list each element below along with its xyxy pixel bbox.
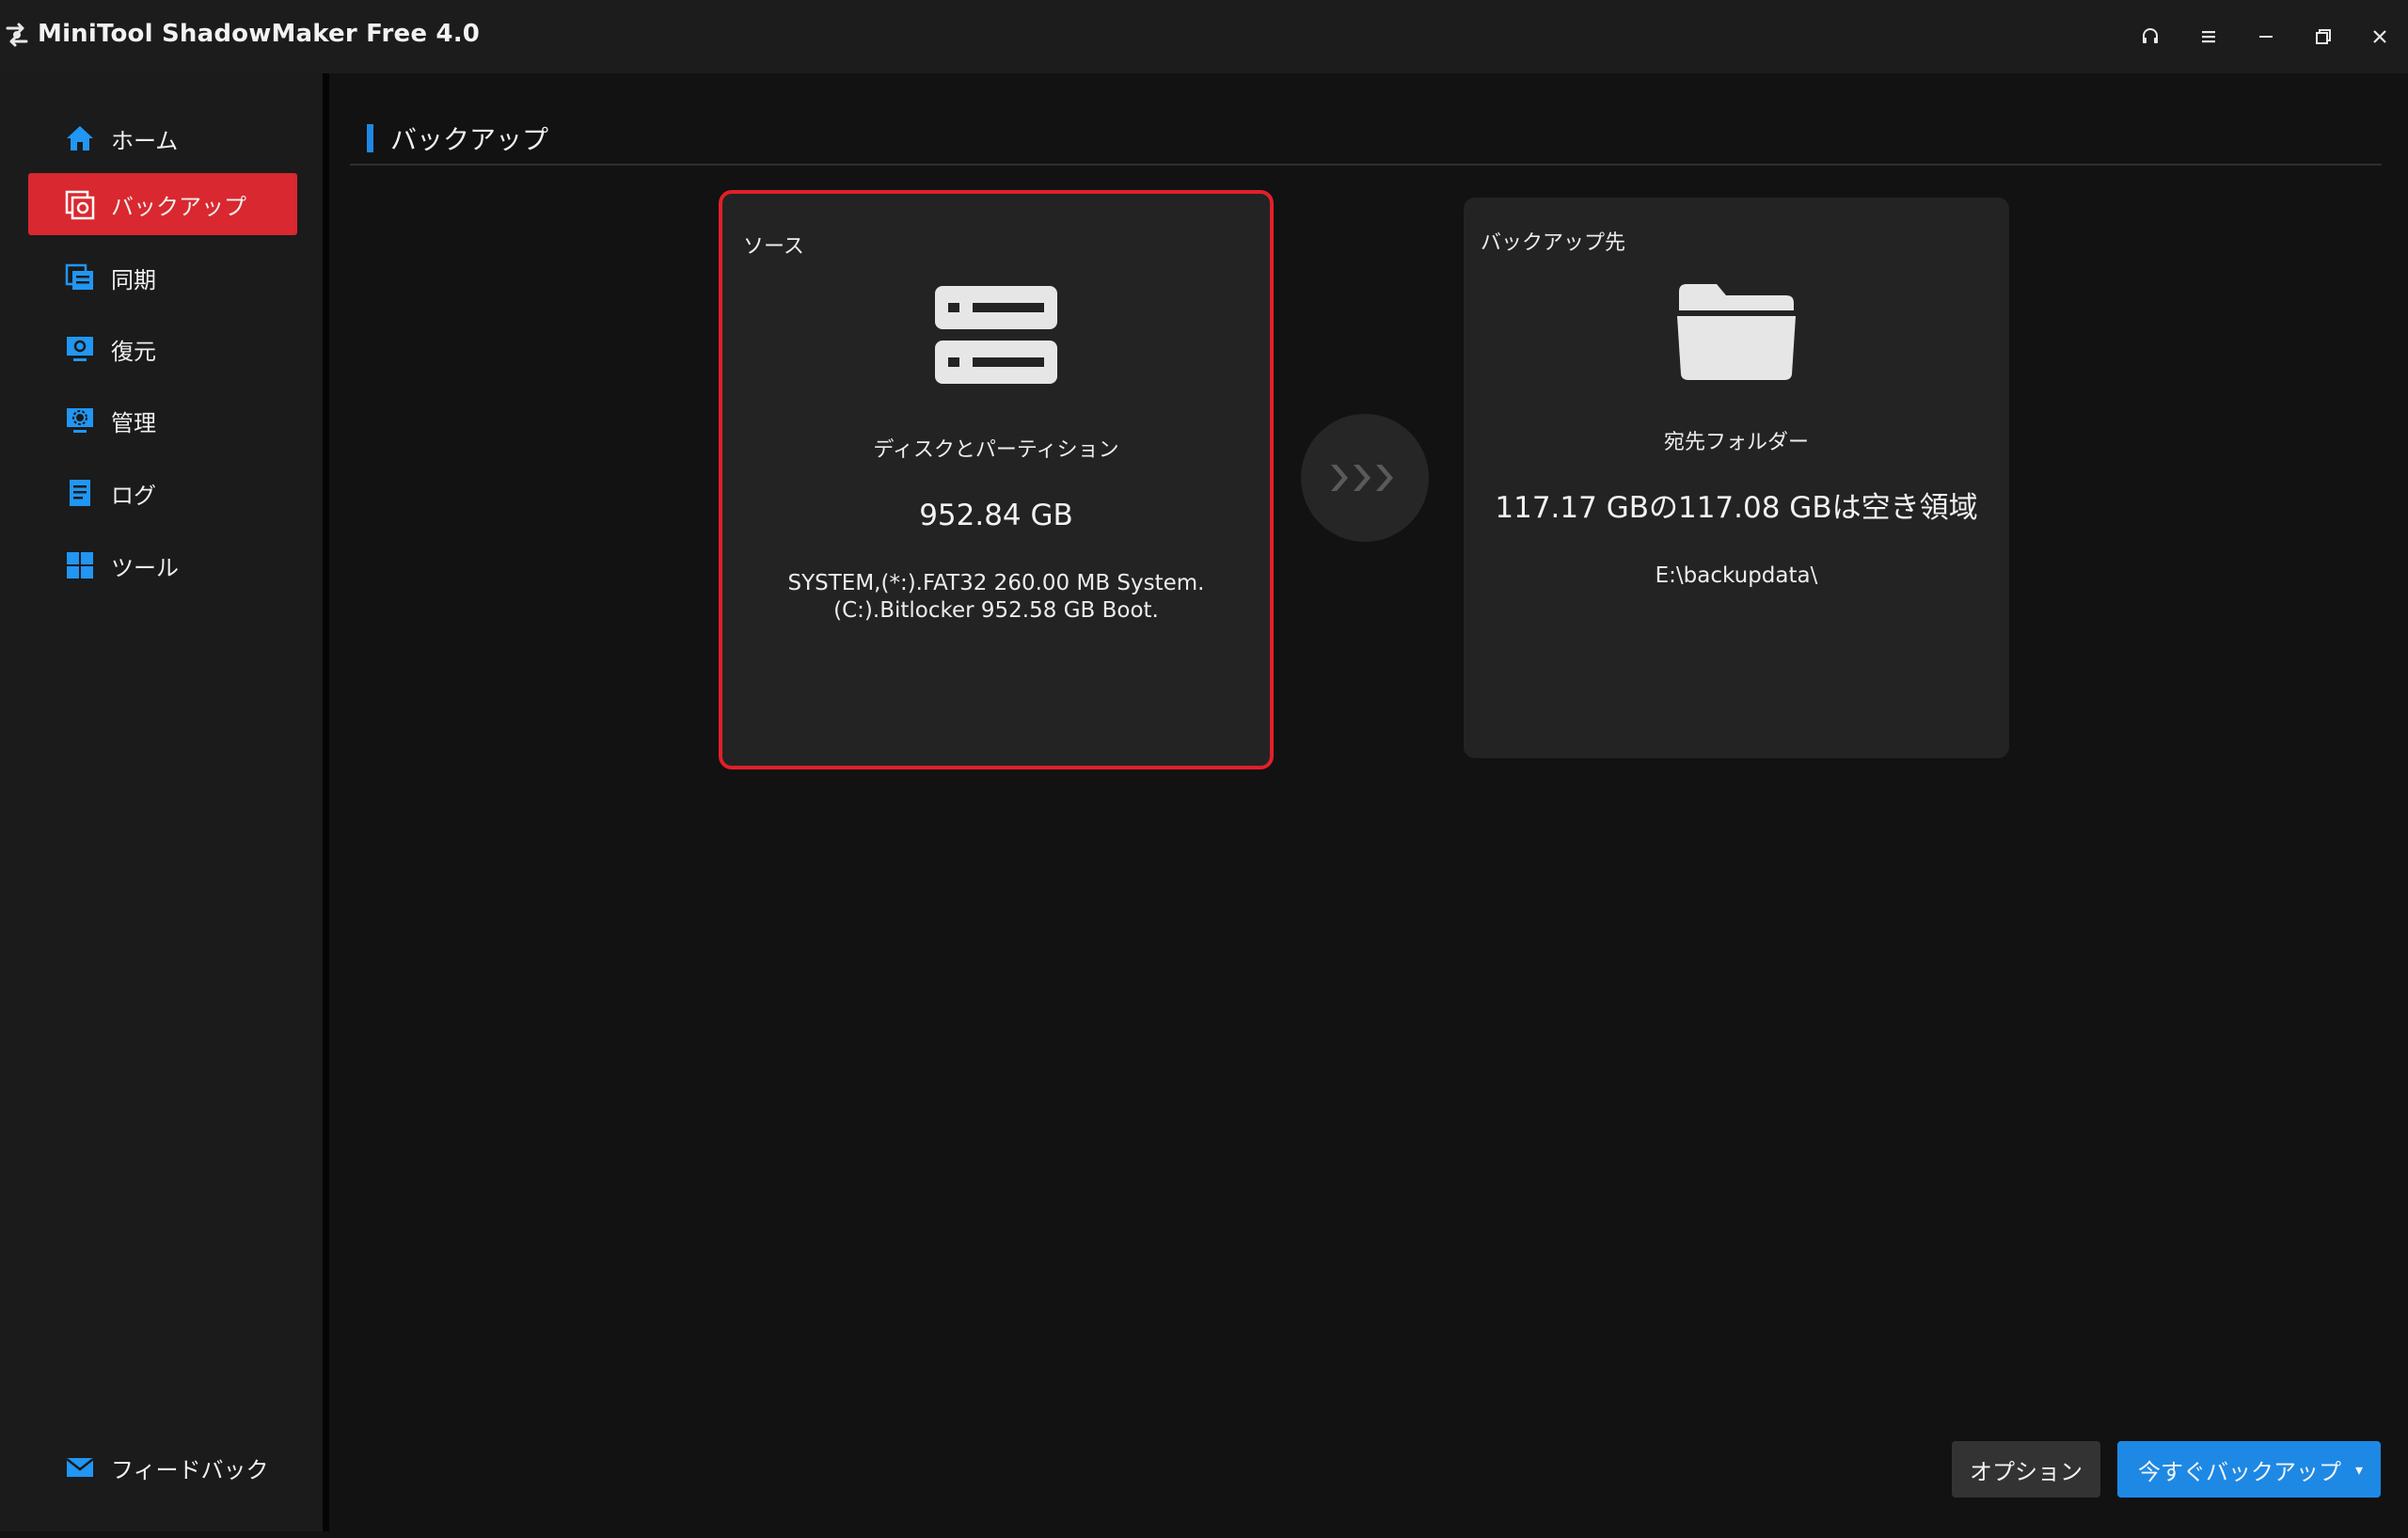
sidebar-item-label: 同期 (111, 266, 156, 293)
options-button[interactable]: オプション (1952, 1441, 2100, 1498)
sidebar-item-home[interactable]: ホーム (28, 107, 297, 169)
page-header: バックアップ (367, 122, 549, 155)
log-icon (62, 475, 98, 511)
arrow-circle (1301, 414, 1429, 542)
disk-partition-icon (935, 286, 1057, 388)
tools-icon (62, 547, 98, 583)
support-headset-button[interactable] (2131, 19, 2169, 55)
page-title: バックアップ (390, 124, 549, 155)
close-button[interactable] (2361, 19, 2399, 55)
sidebar-item-backup[interactable]: バックアップ (28, 173, 297, 235)
sidebar-item-label: 管理 (111, 409, 156, 436)
source-label: ソース (743, 235, 804, 259)
restore-icon (62, 331, 98, 367)
triple-chevron-icon (1331, 465, 1393, 491)
source-detail-line2: (C:).Bitlocker 952.58 GB Boot. (833, 598, 1159, 623)
sidebar-item-label: 復元 (111, 338, 156, 365)
sidebar-item-sync[interactable]: 同期 (28, 246, 297, 309)
destination-label: バックアップ先 (1481, 231, 1626, 255)
options-label: オプション (1970, 1458, 2083, 1485)
destination-title: 宛先フォルダー (1663, 431, 1809, 454)
sidebar-item-restore[interactable]: 復元 (28, 318, 297, 380)
destination-card[interactable]: バックアップ先 宛先フォルダー 117.17 GBの117.08 GBは空き領域… (1464, 198, 2009, 758)
backup-now-button[interactable]: 今すぐバックアップ ▾ (2117, 1441, 2381, 1498)
source-detail-line1: SYSTEM,(*:).FAT32 260.00 MB System. (787, 571, 1205, 595)
restore-window-icon (2316, 29, 2331, 44)
sidebar-item-tools[interactable]: ツール (28, 534, 297, 596)
app-logo-icon (2, 19, 32, 53)
headset-icon (2143, 28, 2158, 43)
destination-space: 117.17 GBの117.08 GBは空き領域 (1495, 491, 1978, 525)
sidebar-item-manage[interactable]: 管理 (28, 389, 297, 452)
restore-button[interactable] (2305, 19, 2342, 55)
main-content: バックアップ ソース ディスクとパーティション 952.84 GB SYSTEM… (329, 73, 2408, 1531)
dropdown-arrow-icon[interactable]: ▾ (2337, 1441, 2381, 1498)
sidebar-divider (323, 73, 329, 1531)
sync-icon (62, 260, 98, 295)
sidebar-item-label: ホーム (111, 127, 179, 154)
sidebar-item-label: バックアップ (111, 193, 246, 220)
feedback-label: フィードバック (111, 1456, 269, 1483)
menu-icon (2202, 31, 2215, 43)
home-icon (62, 120, 98, 156)
minimize-button[interactable] (2247, 19, 2285, 55)
folder-icon (1675, 282, 1798, 386)
header-divider (350, 164, 2382, 166)
source-size: 952.84 GB (919, 499, 1073, 532)
sidebar-item-label: ツール (111, 554, 179, 581)
minimize-icon (2259, 36, 2273, 38)
sidebar-item-log[interactable]: ログ (28, 462, 297, 524)
mail-icon (62, 1450, 98, 1485)
source-card[interactable]: ソース ディスクとパーティション 952.84 GB SYSTEM,(*:).F… (719, 190, 1274, 769)
app-title: MiniTool ShadowMaker Free 4.0 (38, 20, 481, 48)
sidebar: ホーム バックアップ 同期 復元 管理 ログ ツール (0, 73, 323, 1531)
sidebar-item-label: ログ (111, 482, 156, 509)
destination-path: E:\backupdata\ (1655, 563, 1818, 588)
backup-now-label: 今すぐバックアップ (2138, 1458, 2341, 1485)
backup-icon (62, 186, 98, 222)
manage-icon (62, 403, 98, 438)
feedback-link[interactable]: フィードバック (28, 1439, 297, 1496)
title-bar: MiniTool ShadowMaker Free 4.0 (0, 0, 2408, 73)
main-menu-button[interactable] (2190, 19, 2227, 55)
close-icon (2373, 30, 2386, 43)
header-accent-bar (367, 124, 373, 152)
source-title: ディスクとパーティション (873, 438, 1119, 462)
